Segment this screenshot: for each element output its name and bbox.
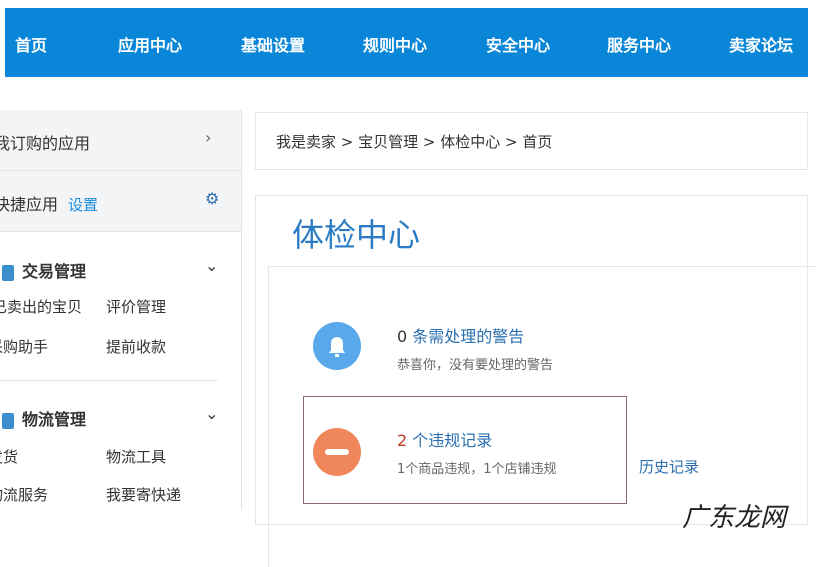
group-title[interactable]: 物流管理 xyxy=(22,410,86,429)
quick-apps-setting-link[interactable]: 设置 xyxy=(68,196,98,214)
breadcrumb[interactable]: 我是卖家 > 宝贝管理 > 体检中心 > 首页 xyxy=(255,112,808,170)
minus-icon xyxy=(313,428,361,476)
nav-home[interactable]: 首页 xyxy=(15,32,47,56)
bell-icon xyxy=(313,322,361,370)
chevron-right-icon: › xyxy=(205,128,212,147)
chevron-down-icon[interactable]: ⌄ xyxy=(205,256,218,275)
logistics-icon xyxy=(2,412,14,429)
group-title[interactable]: 交易管理 xyxy=(22,262,86,281)
nav-security-center[interactable]: 安全中心 xyxy=(486,32,550,56)
warning-desc: 恭喜你，没有要处理的警告 xyxy=(397,358,554,373)
group-logistics: 物流管理 ⌄ 发货 物流工具 物流服务 我要寄快递 xyxy=(0,382,241,510)
divider xyxy=(0,380,218,381)
violation-title[interactable]: 2 个违规记录 xyxy=(397,427,492,451)
warning-label: 条需处理的警告 xyxy=(412,327,525,346)
quick-apps: 快捷应用 设置 ⚙ xyxy=(0,171,241,232)
group-trade: 交易管理 ⌄ 已卖出的宝贝 评价管理 采购助手 提前收款 xyxy=(0,232,241,382)
top-nav: 首页 应用中心 基础设置 规则中心 安全中心 服务中心 卖家论坛 xyxy=(5,8,808,77)
warning-count: 0 xyxy=(397,327,408,346)
subscribed-apps-label: 我订购的应用 xyxy=(0,134,91,153)
nav-service-center[interactable]: 服务中心 xyxy=(607,32,671,56)
nav-basic-settings[interactable]: 基础设置 xyxy=(241,32,305,56)
violation-desc: 1个商品违规，1个店铺违规 xyxy=(397,462,557,477)
nav-seller-forum[interactable]: 卖家论坛 xyxy=(729,32,793,56)
sidebar-link[interactable]: 已卖出的宝贝 xyxy=(0,296,82,317)
sidebar-link[interactable]: 发货 xyxy=(0,446,18,467)
nav-rules-center[interactable]: 规则中心 xyxy=(363,32,427,56)
gear-icon[interactable]: ⚙ xyxy=(205,189,219,208)
chevron-down-icon[interactable]: ⌄ xyxy=(205,404,218,423)
sidebar-link[interactable]: 物流服务 xyxy=(0,484,48,505)
warning-title[interactable]: 0 条需处理的警告 xyxy=(397,323,524,347)
quick-apps-label: 快捷应用 xyxy=(0,195,59,214)
sidebar-link[interactable]: 物流工具 xyxy=(106,446,166,467)
subscribed-apps[interactable]: 我订购的应用 › xyxy=(0,110,241,171)
sidebar: 我订购的应用 › 快捷应用设置 ⚙ 交易管理 ⌄ 已卖出的宝贝 评价管理 采购助… xyxy=(0,110,242,510)
sidebar-link[interactable]: 采购助手 xyxy=(0,336,48,357)
history-link[interactable]: 历史记录 xyxy=(639,456,699,477)
violation-count: 2 xyxy=(397,431,408,450)
sidebar-link[interactable]: 评价管理 xyxy=(106,296,166,317)
watermark: 广东龙网 xyxy=(682,503,787,533)
trade-icon xyxy=(2,264,14,281)
page-title: 体检中心 xyxy=(292,216,421,254)
nav-app-center[interactable]: 应用中心 xyxy=(118,32,182,56)
sidebar-link[interactable]: 提前收款 xyxy=(106,336,166,357)
violation-label: 个违规记录 xyxy=(412,431,493,450)
sidebar-link[interactable]: 我要寄快递 xyxy=(106,484,181,505)
